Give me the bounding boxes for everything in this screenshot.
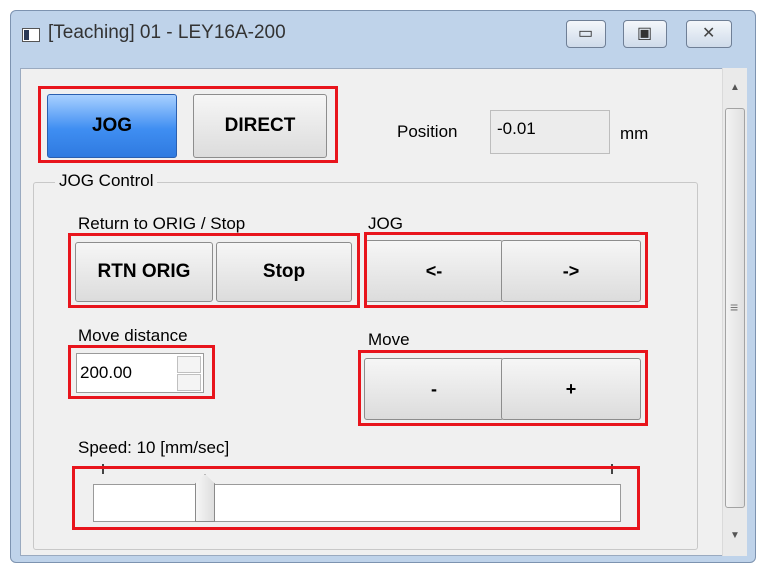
jog-control-title: JOG Control <box>55 171 158 191</box>
position-label: Position <box>397 122 458 141</box>
stepper-up[interactable] <box>177 356 201 373</box>
minimize-icon: ▭ <box>578 25 594 42</box>
maximize-button[interactable]: ▣ <box>623 20 667 48</box>
stop-button[interactable]: Stop <box>216 242 352 302</box>
move-distance-value: 200.00 <box>80 363 132 382</box>
speed-label: Speed: 10 [mm/sec] <box>78 438 230 457</box>
close-button[interactable]: ✕ <box>686 20 732 48</box>
vertical-scrollbar[interactable]: ▲ ≡ ▼ <box>722 68 747 556</box>
scroll-down-icon[interactable]: ▼ <box>730 530 740 541</box>
speed-slider-track[interactable] <box>93 484 621 522</box>
speed-slider-thumb[interactable] <box>195 474 215 522</box>
scroll-up-icon[interactable]: ▲ <box>730 82 740 93</box>
jog-mode-button[interactable]: JOG <box>47 94 177 158</box>
position-value: -0.01 <box>497 119 536 138</box>
jog-left-button[interactable]: <- <box>365 240 503 302</box>
move-distance-label: Move distance <box>78 326 188 345</box>
move-minus-button[interactable]: - <box>364 358 504 420</box>
direct-mode-button[interactable]: DIRECT <box>193 94 327 158</box>
speed-tick-min <box>102 464 104 474</box>
scroll-grip-icon: ≡ <box>730 299 739 315</box>
close-icon: ✕ <box>702 25 716 42</box>
app-icon <box>22 28 40 42</box>
minimize-button[interactable]: ▭ <box>566 20 606 48</box>
move-distance-input[interactable]: 200.00 <box>76 353 204 393</box>
move-plus-button[interactable]: + <box>501 358 641 420</box>
stepper-down[interactable] <box>177 374 201 391</box>
position-unit: mm <box>620 124 649 143</box>
maximize-icon: ▣ <box>637 25 653 42</box>
window-title: [Teaching] 01 - LEY16A-200 <box>48 22 286 43</box>
jog-right-button[interactable]: -> <box>501 240 641 302</box>
jog-label: JOG <box>368 214 403 233</box>
return-stop-label: Return to ORIG / Stop <box>78 214 246 233</box>
move-label: Move <box>368 330 410 349</box>
rtn-orig-button[interactable]: RTN ORIG <box>75 242 213 302</box>
scroll-thumb[interactable]: ≡ <box>725 108 745 508</box>
position-field: -0.01 <box>490 110 610 154</box>
speed-tick-max <box>611 464 613 474</box>
